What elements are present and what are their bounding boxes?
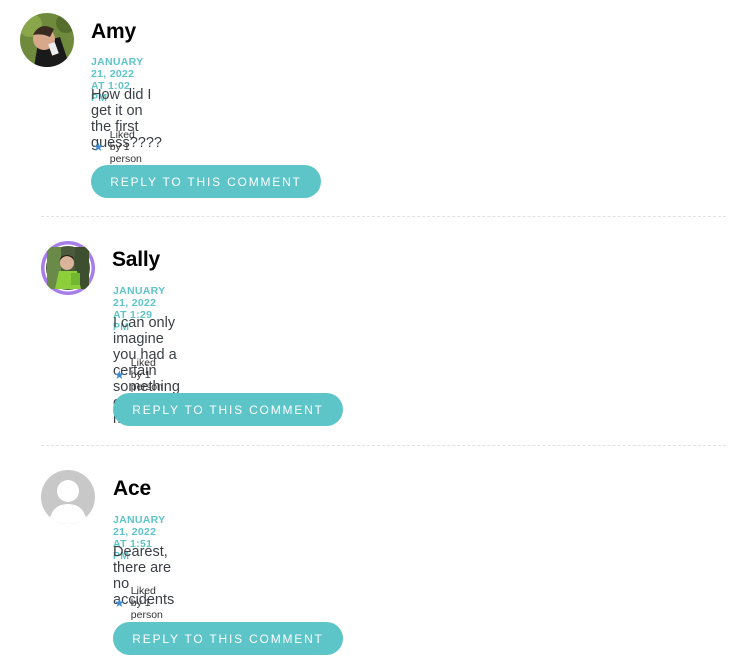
likes-label: Liked by 1 person	[130, 585, 163, 621]
star-icon: ★	[114, 368, 125, 382]
likes-indicator[interactable]: ★ Liked by 1 person	[114, 357, 163, 393]
likes-indicator[interactable]: ★ Liked by 1 person	[114, 585, 163, 621]
reply-button[interactable]: REPLY TO THIS COMMENT	[91, 165, 321, 198]
likes-label: Liked by 1 person	[130, 357, 163, 393]
comment-divider	[41, 216, 726, 217]
reply-button[interactable]: REPLY TO THIS COMMENT	[113, 622, 343, 655]
likes-indicator[interactable]: ★ Liked by 1 person	[93, 129, 142, 165]
comment-divider	[41, 445, 726, 446]
avatar-ace[interactable]	[41, 470, 95, 524]
star-icon: ★	[114, 596, 125, 610]
reply-button[interactable]: REPLY TO THIS COMMENT	[113, 393, 343, 426]
comment-author[interactable]: Ace	[113, 477, 151, 501]
avatar-sally[interactable]	[41, 241, 95, 295]
comment-author[interactable]: Amy	[91, 20, 136, 44]
likes-label: Liked by 1 person	[109, 129, 142, 165]
star-icon: ★	[93, 140, 104, 154]
comment-author[interactable]: Sally	[112, 248, 160, 272]
avatar-amy[interactable]	[20, 13, 74, 67]
